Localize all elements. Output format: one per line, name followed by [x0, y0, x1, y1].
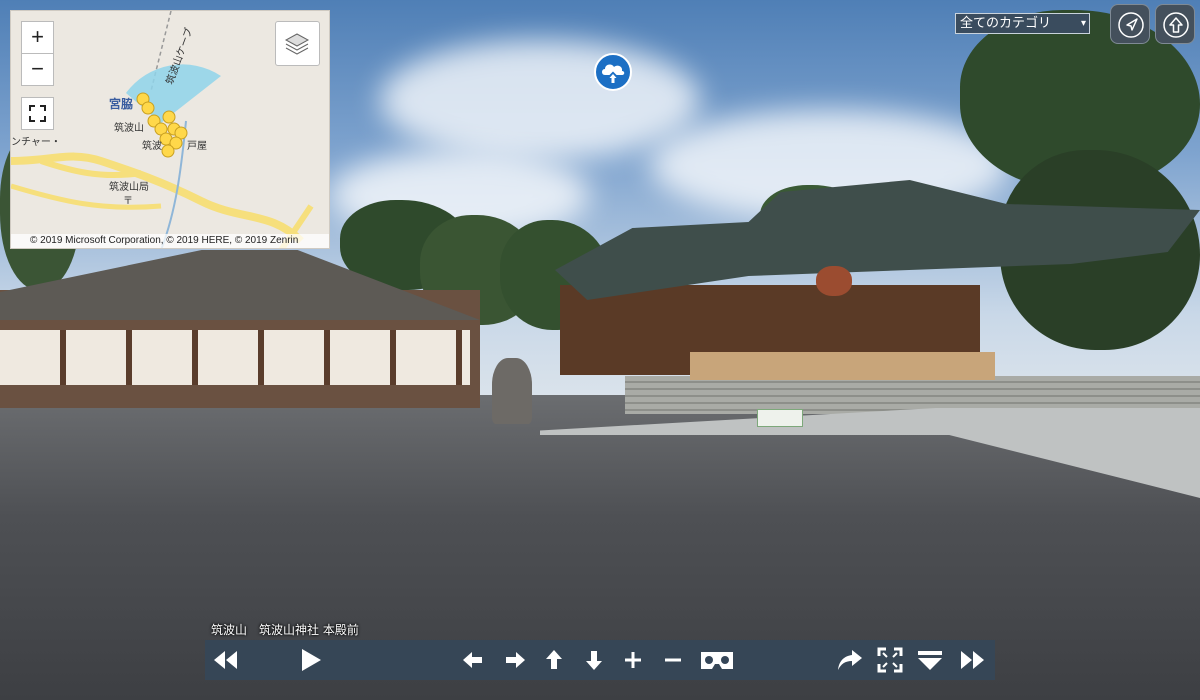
stone-monument [492, 358, 532, 424]
shrine-lantern [816, 266, 852, 296]
shrine-sign [757, 409, 803, 427]
map-marker[interactable] [162, 110, 176, 124]
category-label: 全てのカテゴリ [960, 16, 1052, 31]
arrow-up-icon [546, 650, 562, 669]
map-label-tsukubasan: 筑波山 [114, 123, 144, 134]
menu-collapse-icon [918, 651, 942, 670]
rewind-icon [214, 651, 237, 669]
zoom-in-button[interactable] [618, 645, 648, 675]
share-button[interactable] [835, 645, 865, 675]
fast-forward-icon [961, 651, 984, 669]
map-marker[interactable] [141, 101, 155, 115]
arrow-up-circle-icon [1163, 12, 1189, 38]
cloud-upload-icon [602, 64, 625, 83]
side-hall-wall [0, 330, 470, 385]
pan-left-button[interactable] [458, 645, 488, 675]
go-top-button[interactable] [1155, 4, 1195, 44]
fullscreen-icon [877, 647, 903, 673]
plus-icon [625, 652, 641, 668]
post-office-icon: 〒 [123, 196, 133, 207]
offering-box [690, 352, 995, 380]
previous-button[interactable] [210, 645, 240, 675]
arrow-left-icon [463, 652, 482, 668]
map-zoom-in-button[interactable]: + [21, 21, 54, 54]
pan-right-button[interactable] [500, 645, 530, 675]
arrow-down-icon [586, 651, 602, 670]
map-label-toya: 戸屋 [187, 141, 207, 152]
caption-location: 筑波山神社 本殿前 [259, 623, 359, 637]
pan-down-button[interactable] [579, 645, 609, 675]
map-label-center: ンチャー・ [11, 137, 61, 148]
map-label-miyawaki: 宮脇 [109, 97, 134, 111]
zoom-out-button[interactable] [658, 645, 688, 675]
map-label-tsukuba: 筑波 [142, 141, 162, 152]
next-button[interactable] [958, 645, 988, 675]
map-attribution: © 2019 Microsoft Corporation, © 2019 HER… [11, 234, 329, 248]
cloud [380, 40, 700, 160]
hotspot-button[interactable] [594, 53, 632, 91]
play-button[interactable] [295, 645, 325, 675]
map-fullscreen-button[interactable] [21, 97, 54, 130]
minus-icon [665, 658, 681, 662]
map-zoom-out-button[interactable]: − [21, 53, 54, 86]
mini-map[interactable]: 筑波山ケーブ 宮脇 筑波山 筑波 戸屋 ンチャー・ 筑波山局 〒 + − © 2… [10, 10, 330, 249]
share-arrow-icon [838, 650, 862, 670]
expand-icon [29, 105, 46, 122]
location-caption: 筑波山 筑波山神社 本殿前 [211, 621, 359, 638]
menu-button[interactable] [915, 645, 945, 675]
map-layers-button[interactable] [275, 21, 320, 66]
map-label-post-office: 筑波山局 [109, 182, 149, 193]
play-icon [302, 649, 321, 671]
location-button[interactable] [1110, 4, 1150, 44]
vr-mode-button[interactable] [699, 645, 735, 675]
chevron-down-icon: ▾ [1080, 18, 1086, 29]
arrow-right-icon [506, 652, 525, 668]
navigation-arrow-icon [1118, 12, 1144, 38]
vr-goggles-icon [701, 652, 733, 669]
layers-icon [284, 33, 310, 55]
fullscreen-button[interactable] [875, 645, 905, 675]
control-bar [205, 640, 995, 680]
map-marker[interactable] [161, 144, 175, 158]
category-dropdown[interactable]: 全てのカテゴリ ▾ [955, 13, 1090, 34]
caption-area: 筑波山 [211, 623, 248, 637]
pan-up-button[interactable] [539, 645, 569, 675]
